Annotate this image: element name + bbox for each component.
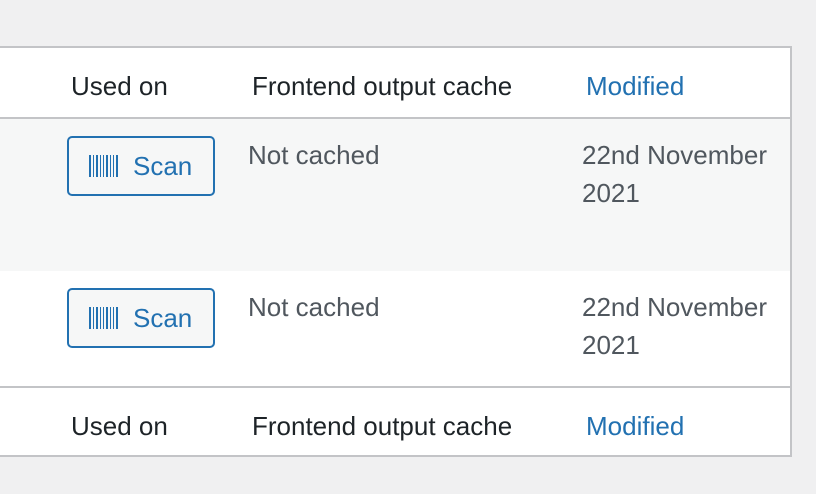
column-footer-frontend-output-cache: Frontend output cache xyxy=(252,411,513,441)
modified-date: 22nd November 2021 xyxy=(582,288,787,364)
column-header-modified-sort-link[interactable]: Modified xyxy=(586,70,684,102)
modified-date-line2: 2021 xyxy=(582,178,640,208)
modified-date-line1: 22nd November xyxy=(582,292,767,322)
modified-date-line2: 2021 xyxy=(582,330,640,360)
scan-button-label: Scan xyxy=(133,302,193,333)
cache-status: Not cached xyxy=(248,292,380,322)
modified-date-line1: 22nd November xyxy=(582,140,767,170)
modified-date: 22nd November 2021 xyxy=(582,136,787,212)
column-footer-used-on: Used on xyxy=(71,411,168,441)
scan-button[interactable]: Scan xyxy=(67,136,215,196)
barcode-icon xyxy=(89,306,119,330)
column-header-frontend-output-cache: Frontend output cache xyxy=(252,71,513,101)
column-header-used-on: Used on xyxy=(71,71,168,101)
column-footer-modified-sort-link[interactable]: Modified xyxy=(586,410,684,442)
barcode-icon xyxy=(89,154,119,178)
table-row: Scan Not cached 22nd November 2021 xyxy=(0,119,790,271)
table-header-row: Used on Frontend output cache Modified xyxy=(0,48,790,119)
table-row: Scan Not cached 22nd November 2021 xyxy=(0,271,790,386)
scan-button-label: Scan xyxy=(133,150,193,181)
table-footer-row: Used on Frontend output cache Modified xyxy=(0,386,790,457)
scan-button[interactable]: Scan xyxy=(67,288,215,348)
posts-table: Used on Frontend output cache Modified S… xyxy=(0,46,792,457)
cache-status: Not cached xyxy=(248,140,380,170)
